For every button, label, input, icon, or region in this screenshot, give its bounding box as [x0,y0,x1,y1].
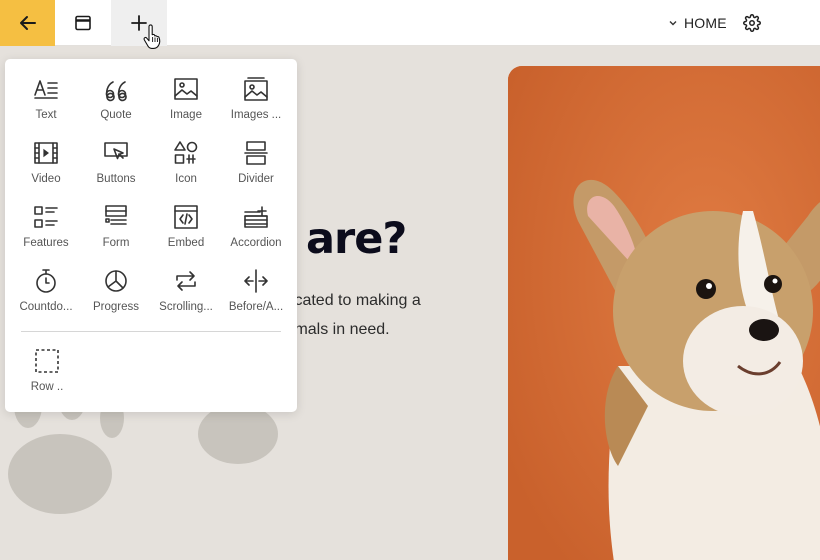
features-icon [34,206,58,228]
block-progress[interactable]: Progress [81,259,151,323]
hand-pointer-cursor-icon [143,24,161,49]
block-label: Images ... [230,109,282,121]
text-icon [34,80,58,99]
block-text[interactable]: Text [11,67,81,131]
compare-arrows-icon [244,269,268,293]
block-label: Form [102,237,130,249]
chevron-down-icon [669,21,677,26]
block-label: Image [170,109,202,121]
shapes-icon [174,141,198,164]
block-row[interactable]: Row .. [17,339,77,403]
pie-chart-icon [105,270,127,292]
back-button[interactable] [0,0,55,46]
hero-paragraph: dicated to making a nimals in need. [282,286,502,344]
block-label: Text [35,109,57,121]
hero-paragraph-line: nimals in need. [282,321,390,338]
block-form[interactable]: Form [81,195,151,259]
block-scrolling[interactable]: Scrolling... [151,259,221,323]
block-accordion[interactable]: Accordion [221,195,291,259]
block-label: Before/A... [228,301,284,313]
top-toolbar: HOME [0,0,820,46]
timer-icon [36,269,56,293]
block-label: Countdo... [19,301,73,313]
block-label: Scrolling... [159,301,213,313]
block-label: Buttons [96,173,136,185]
puppy-image [508,66,820,560]
block-features[interactable]: Features [11,195,81,259]
block-label: Row .. [30,381,64,393]
block-label: Divider [238,173,274,185]
video-icon [34,142,58,164]
block-buttons[interactable]: Buttons [81,131,151,195]
browser-window-icon [75,15,91,31]
page-selector[interactable]: HOME [668,0,727,46]
form-icon [105,205,127,225]
block-countdo[interactable]: Countdo... [11,259,81,323]
pages-button[interactable] [55,0,111,46]
hero-headline: are? [306,214,407,264]
block-divider[interactable]: Divider [221,131,291,195]
block-label: Features [23,237,69,249]
repeat-icon [176,271,196,291]
page-selector-label: HOME [684,15,727,31]
divider [21,331,281,332]
gear-icon [743,14,761,32]
block-image[interactable]: Image [151,67,221,131]
accordion-icon [244,206,268,228]
embed-icon [174,205,198,229]
puppy-photo[interactable] [508,66,820,560]
block-quote[interactable]: Quote [81,67,151,131]
settings-button[interactable] [740,11,764,35]
block-video[interactable]: Video [11,131,81,195]
dashed-square-icon [35,349,59,373]
divider-icon [244,141,268,165]
block-label: Embed [167,237,205,249]
images-icon [244,77,268,101]
add-block-panel: Text Quote Image Images ... Video Buttons Icon… [5,59,297,412]
block-label: Quote [100,109,132,121]
hero-paragraph-line: dicated to making a [282,292,421,309]
block-type-grid: Text Quote Image Images ... Video Buttons Icon… [11,67,291,323]
block-before-a[interactable]: Before/A... [221,259,291,323]
buttons-icon [104,142,128,160]
block-label: Progress [92,301,140,313]
quote-icon [105,81,127,102]
block-label: Video [31,173,61,185]
block-icon[interactable]: Icon [151,131,221,195]
block-label: Icon [175,173,197,185]
image-icon [174,78,198,100]
block-label: Accordion [230,237,282,249]
block-images[interactable]: Images ... [221,67,291,131]
block-embed[interactable]: Embed [151,195,221,259]
arrow-left-icon [19,16,36,30]
